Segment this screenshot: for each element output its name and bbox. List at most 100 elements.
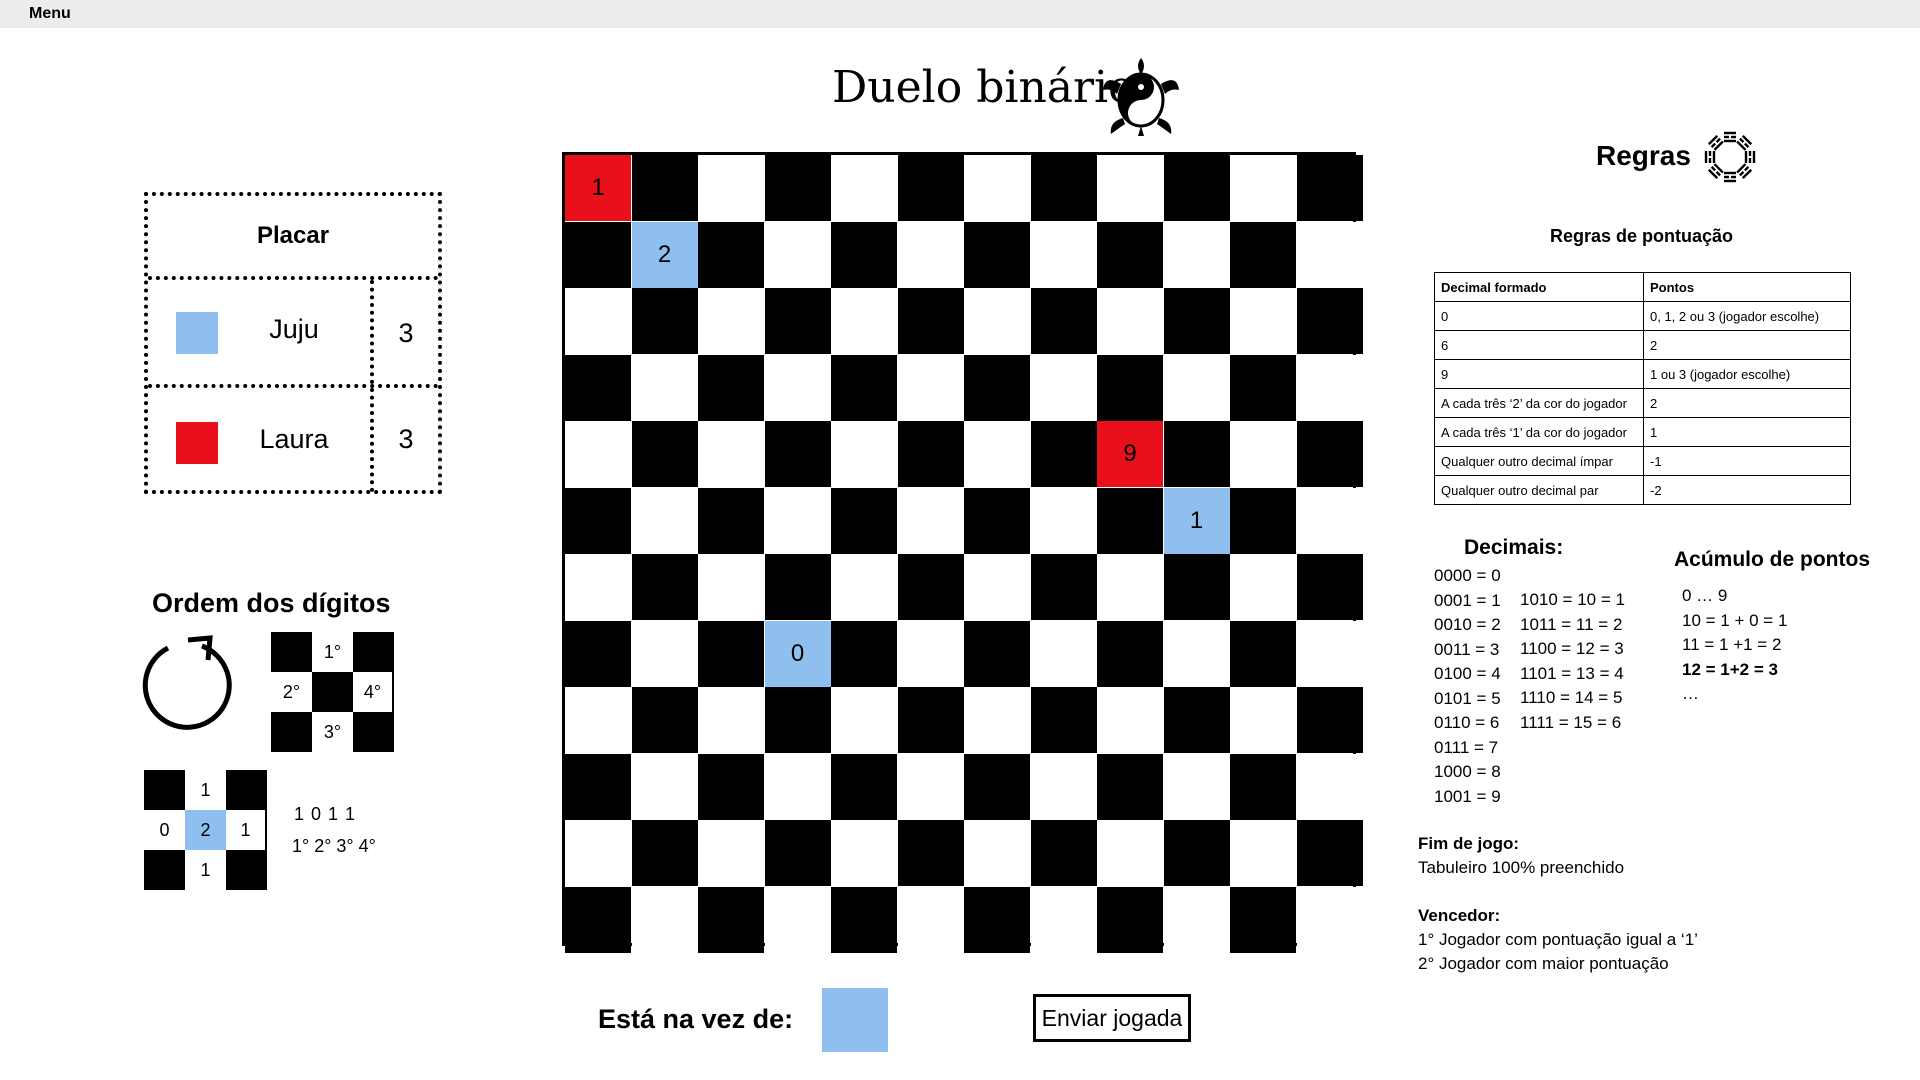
board-cell[interactable] [964,886,1030,953]
board-cell[interactable] [698,487,764,554]
board-cell[interactable] [565,753,631,820]
board-cell[interactable] [1030,288,1097,354]
board-cell[interactable] [1163,886,1230,953]
board-cell[interactable] [897,155,964,221]
board-cell[interactable] [1296,753,1363,820]
board-cell[interactable] [631,354,698,421]
board-cell[interactable] [831,155,897,221]
board-cell[interactable] [897,421,964,487]
board-cell[interactable] [1230,554,1296,620]
board-cell[interactable] [1163,620,1230,687]
board-cell[interactable] [1296,620,1363,687]
board-cell[interactable] [764,820,831,886]
board-cell[interactable]: 1 [1097,354,1163,421]
board-cell[interactable] [964,487,1030,554]
board-cell[interactable] [964,687,1030,753]
board-cell[interactable] [1230,421,1296,487]
board-cell[interactable] [1230,820,1296,886]
board-cell[interactable] [897,820,964,886]
board-cell[interactable] [1097,288,1163,354]
board-cell[interactable]: 1 [1163,487,1230,554]
board-cell[interactable] [1097,687,1163,753]
board-cell[interactable]: 0 [1296,155,1363,221]
board-cell[interactable] [831,354,897,421]
board-cell[interactable] [764,221,831,288]
board-cell[interactable]: 1 [1163,554,1230,620]
board-cell[interactable] [565,487,631,554]
board-cell[interactable]: 0 [764,554,831,620]
board-cell[interactable] [698,155,764,221]
board-cell[interactable] [1230,288,1296,354]
board-cell[interactable]: 0 [565,221,631,288]
board-cell[interactable] [897,487,964,554]
board-cell[interactable] [1097,554,1163,620]
board-cell[interactable] [631,487,698,554]
board-cell[interactable]: 0 [1097,487,1163,554]
board-cell[interactable] [1030,221,1097,288]
board-cell[interactable] [698,886,764,953]
board-cell[interactable] [698,421,764,487]
board-cell[interactable] [831,554,897,620]
board-cell[interactable] [1163,288,1230,354]
board-cell[interactable] [1296,554,1363,620]
board-cell[interactable] [1097,886,1163,953]
board-cell[interactable] [897,620,964,687]
board-cell[interactable] [565,820,631,886]
board-cell[interactable]: 0 [764,620,831,687]
board-cell[interactable] [831,753,897,820]
board-cell[interactable] [1230,155,1296,221]
board-cell[interactable]: 0 [831,620,897,687]
board-cell[interactable] [1030,687,1097,753]
board-cell[interactable] [1230,221,1296,288]
board-cell[interactable] [1230,687,1296,753]
board-cell[interactable] [1296,354,1363,421]
board-cell[interactable] [831,221,897,288]
board-cell[interactable] [1030,554,1097,620]
board-cell[interactable] [1030,620,1097,687]
board-cell[interactable] [1030,820,1097,886]
board-cell[interactable] [1296,221,1363,288]
board-cell[interactable] [1163,820,1230,886]
board-cell[interactable] [964,820,1030,886]
board-cell[interactable] [764,354,831,421]
board-cell[interactable] [897,687,964,753]
board-cell[interactable] [698,288,764,354]
board-cell[interactable] [565,554,631,620]
board-cell[interactable]: 1 [698,221,764,288]
board-cell[interactable] [631,554,698,620]
board-cell[interactable] [631,687,698,753]
board-cell[interactable] [1097,753,1163,820]
board-cell[interactable] [1030,753,1097,820]
board-cell[interactable] [1163,354,1230,421]
board-cell[interactable]: 1 [631,155,698,221]
board-cell[interactable] [964,221,1030,288]
board-cell[interactable] [631,820,698,886]
board-cell[interactable] [897,554,964,620]
board-cell[interactable] [764,288,831,354]
board-cell[interactable] [964,620,1030,687]
board-cell[interactable] [1230,620,1296,687]
board-cell[interactable] [1163,753,1230,820]
board-cell[interactable] [1163,687,1230,753]
board-cell[interactable] [565,354,631,421]
board-cell[interactable] [1097,620,1163,687]
board-cell[interactable] [1030,354,1097,421]
board-cell[interactable] [1097,155,1163,221]
board-cell[interactable] [631,620,698,687]
send-move-button[interactable]: Enviar jogada [1033,994,1191,1042]
board-cell[interactable] [897,354,964,421]
board-cell[interactable] [764,487,831,554]
board-cell[interactable] [964,155,1030,221]
board-cell[interactable] [1296,487,1363,554]
menu-button[interactable]: Menu [29,5,71,23]
board-cell[interactable]: 2 [631,221,698,288]
board-cell[interactable]: 0 [1030,421,1097,487]
board-cell[interactable] [1030,886,1097,953]
board-cell[interactable]: 0 [565,886,631,953]
board-cell[interactable]: 1 [631,288,698,354]
board-cell[interactable] [631,753,698,820]
board-cell[interactable] [831,421,897,487]
board-cell[interactable] [1097,221,1163,288]
board-cell[interactable] [964,753,1030,820]
board-cell[interactable] [1030,155,1097,221]
